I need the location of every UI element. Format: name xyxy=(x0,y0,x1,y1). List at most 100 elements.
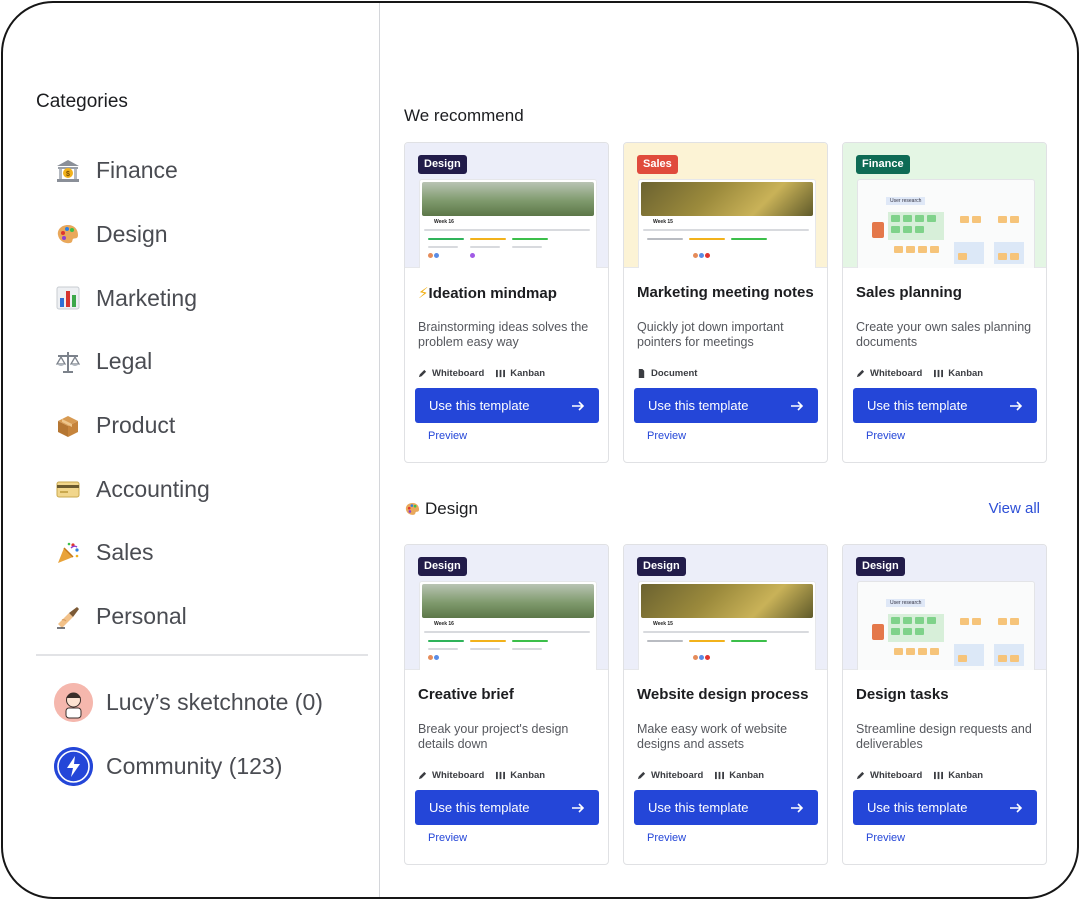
category-personal[interactable]: Personal xyxy=(53,585,210,649)
painting-thumbnail xyxy=(422,584,594,618)
app-window: Categories $ Finance Design Marketing Le… xyxy=(1,1,1079,899)
painting-thumbnail xyxy=(422,182,594,216)
space-label: Community (123) xyxy=(106,753,283,779)
doc-mockup: Week 15 xyxy=(638,581,816,670)
category-label: Sales xyxy=(96,539,154,566)
section-title-recommend: We recommend xyxy=(404,106,524,125)
tag-whiteboard: Whiteboard xyxy=(418,368,484,379)
category-label: Legal xyxy=(96,348,153,375)
category-badge: Design xyxy=(856,557,905,576)
pencil-icon xyxy=(856,771,865,780)
tag-whiteboard: Whiteboard xyxy=(637,770,703,781)
card-preview: Sales Week 15 xyxy=(624,143,827,268)
tag-whiteboard: Whiteboard xyxy=(418,770,484,781)
pencil-icon xyxy=(418,771,427,780)
preview-link[interactable]: Preview xyxy=(647,430,686,442)
tag-kanban: Kanban xyxy=(934,770,983,781)
lucy-avatar xyxy=(54,683,93,722)
scales-icon xyxy=(53,347,83,377)
card-description: Break your project's design details down xyxy=(418,722,569,751)
doc-mockup: Week 16 xyxy=(419,581,597,670)
template-card-design-tasks[interactable]: Design User research Design tasks Stream… xyxy=(842,544,1047,865)
card-tags: Document xyxy=(637,368,697,379)
arrow-right-icon xyxy=(1010,802,1023,813)
use-template-button[interactable]: Use this template xyxy=(634,790,818,825)
sidebar-divider xyxy=(36,654,368,656)
view-all-link[interactable]: View all xyxy=(989,500,1040,517)
kanban-icon xyxy=(934,369,944,378)
mock-week-label: Week 16 xyxy=(434,621,454,627)
template-card-creative-brief[interactable]: Design Week 16 Creative brief Break your… xyxy=(404,544,609,865)
section-title-design: Design xyxy=(404,499,478,519)
template-card-marketing-meeting-notes[interactable]: Sales Week 15 Marketing meeting notes Qu… xyxy=(623,142,828,463)
package-icon xyxy=(53,411,83,441)
category-design[interactable]: Design xyxy=(53,203,210,267)
preview-link[interactable]: Preview xyxy=(866,832,905,844)
category-sales[interactable]: Sales xyxy=(53,521,210,585)
painting-thumbnail xyxy=(641,584,813,618)
document-icon xyxy=(638,369,645,378)
painting-thumbnail xyxy=(641,182,813,216)
tag-document: Document xyxy=(637,368,697,379)
use-template-button[interactable]: Use this template xyxy=(853,388,1037,423)
preview-link[interactable]: Preview xyxy=(428,832,467,844)
category-accounting[interactable]: Accounting xyxy=(53,457,210,521)
category-label: Finance xyxy=(96,157,178,184)
category-label: Design xyxy=(96,221,168,248)
card-tags: Whiteboard Kanban xyxy=(418,770,545,781)
category-label: Product xyxy=(96,412,176,439)
space-community[interactable]: Community (123) xyxy=(54,747,282,786)
space-label: Lucy’s sketchnote (0) xyxy=(106,689,323,715)
doc-mockup: Week 15 xyxy=(638,179,816,268)
mock-week-label: Week 15 xyxy=(653,621,673,627)
space-lucys-sketchnote[interactable]: Lucy’s sketchnote (0) xyxy=(54,683,323,722)
category-badge: Design xyxy=(637,557,686,576)
card-description: Make easy work of website designs and as… xyxy=(637,722,788,751)
mock-week-label: Week 15 xyxy=(653,219,673,225)
category-badge: Design xyxy=(418,557,467,576)
tag-kanban: Kanban xyxy=(496,368,545,379)
card-tags: Whiteboard Kanban xyxy=(856,368,983,379)
card-tags: Whiteboard Kanban xyxy=(637,770,764,781)
card-title: Design tasks xyxy=(856,686,949,703)
bank-icon: $ xyxy=(53,156,83,186)
use-template-button[interactable]: Use this template xyxy=(415,790,599,825)
lightning-icon: ⚡ xyxy=(418,285,429,302)
category-list: $ Finance Design Marketing Legal Product… xyxy=(53,139,210,649)
card-tags: Whiteboard Kanban xyxy=(856,770,983,781)
card-preview: Finance User research xyxy=(843,143,1046,268)
category-label: Accounting xyxy=(96,475,210,502)
arrow-right-icon xyxy=(791,802,804,813)
kanban-icon xyxy=(496,369,506,378)
writing-hand-icon xyxy=(53,602,83,632)
pencil-icon xyxy=(637,771,646,780)
preview-link[interactable]: Preview xyxy=(428,430,467,442)
tag-kanban: Kanban xyxy=(496,770,545,781)
category-badge: Sales xyxy=(637,155,678,174)
preview-link[interactable]: Preview xyxy=(647,832,686,844)
preview-link[interactable]: Preview xyxy=(866,430,905,442)
template-card-ideation-mindmap[interactable]: Design Week 16 ⚡Ideation mindmap Brainst… xyxy=(404,142,609,463)
category-legal[interactable]: Legal xyxy=(53,330,210,394)
kanban-icon xyxy=(496,771,506,780)
arrow-right-icon xyxy=(572,400,585,411)
use-template-button[interactable]: Use this template xyxy=(634,388,818,423)
use-template-button[interactable]: Use this template xyxy=(415,388,599,423)
categories-sidebar: Categories $ Finance Design Marketing Le… xyxy=(3,3,380,897)
bar-chart-icon xyxy=(53,283,83,313)
category-label: Personal xyxy=(96,603,187,630)
card-description: Create your own sales planning documents xyxy=(856,320,1032,349)
use-template-button[interactable]: Use this template xyxy=(853,790,1037,825)
tag-whiteboard: Whiteboard xyxy=(856,368,922,379)
doc-mockup: Week 16 xyxy=(419,179,597,268)
card-title: ⚡Ideation mindmap xyxy=(418,285,557,302)
card-preview: Design Week 15 xyxy=(624,545,827,670)
mock-week-label: Week 16 xyxy=(434,219,454,225)
category-finance[interactable]: $ Finance xyxy=(53,139,210,203)
template-card-sales-planning[interactable]: Finance User research Sales planning Cre… xyxy=(842,142,1047,463)
template-card-website-design-process[interactable]: Design Week 15 Website design process Ma… xyxy=(623,544,828,865)
category-label: Marketing xyxy=(96,284,197,311)
community-bolt-icon xyxy=(54,747,93,786)
category-marketing[interactable]: Marketing xyxy=(53,266,210,330)
category-product[interactable]: Product xyxy=(53,394,210,458)
